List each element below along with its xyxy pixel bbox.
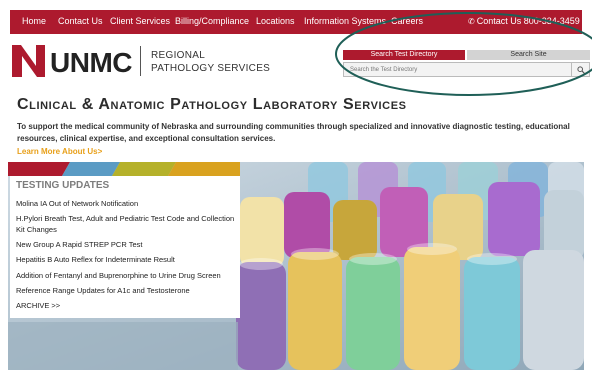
learn-more-link[interactable]: Learn More About Us> [17, 147, 102, 156]
nav-contact-phone[interactable]: ✆ Contact Us 800-334-3459 [468, 16, 580, 26]
update-link[interactable]: Molina IA Out of Network Notification [16, 198, 236, 209]
update-link[interactable]: New Group A Rapid STREP PCR Test [16, 239, 236, 250]
testing-updates-panel: TESTING UPDATES Molina IA Out of Network… [10, 176, 240, 318]
update-link[interactable]: Hepatitis B Auto Reflex for Indeterminat… [16, 254, 236, 265]
archive-link[interactable]: ARCHIVE >> [16, 301, 60, 310]
nav-contact-us[interactable]: Contact Us [58, 16, 103, 26]
tab-search-site[interactable]: Search Site [467, 50, 590, 60]
logo-subtitle-line2: PATHOLOGY SERVICES [151, 63, 271, 74]
top-nav-bar: Home Contact Us Client Services Billing/… [10, 10, 582, 34]
phone-icon: ✆ [468, 17, 475, 26]
tab-search-test-directory[interactable]: Search Test Directory [343, 50, 465, 60]
logo-wordmark: UNMC [50, 47, 133, 78]
update-link[interactable]: Addition of Fentanyl and Buprenorphine t… [16, 270, 236, 281]
search-button[interactable] [572, 62, 590, 77]
page-title: Clinical & Anatomic Pathology Laboratory… [17, 96, 407, 113]
nav-client-services[interactable]: Client Services [110, 16, 170, 26]
nav-home[interactable]: Home [22, 16, 46, 26]
nav-careers[interactable]: Careers [391, 16, 423, 26]
nav-locations[interactable]: Locations [256, 16, 295, 26]
logo-divider [140, 46, 141, 76]
nav-information-systems[interactable]: Information Systems [304, 16, 386, 26]
nav-billing-compliance[interactable]: Billing/Compliance [175, 16, 249, 26]
search-icon [577, 66, 585, 74]
search-widget: Search Test Directory Search Site Search… [343, 50, 590, 80]
testing-updates-heading: TESTING UPDATES [16, 180, 110, 191]
decorative-color-stripe [8, 162, 240, 176]
logo-subtitle-line1: REGIONAL [151, 50, 206, 61]
unmc-n-mark-icon [12, 45, 45, 77]
update-link[interactable]: Reference Range Updates for A1c and Test… [16, 285, 236, 296]
search-input[interactable]: Search the Test Directory [343, 62, 572, 77]
mission-tagline: To support the medical community of Nebr… [17, 122, 570, 143]
nav-contact-phone-label: Contact Us 800-334-3459 [476, 16, 580, 26]
update-link[interactable]: H.Pylori Breath Test, Adult and Pediatri… [16, 213, 236, 235]
